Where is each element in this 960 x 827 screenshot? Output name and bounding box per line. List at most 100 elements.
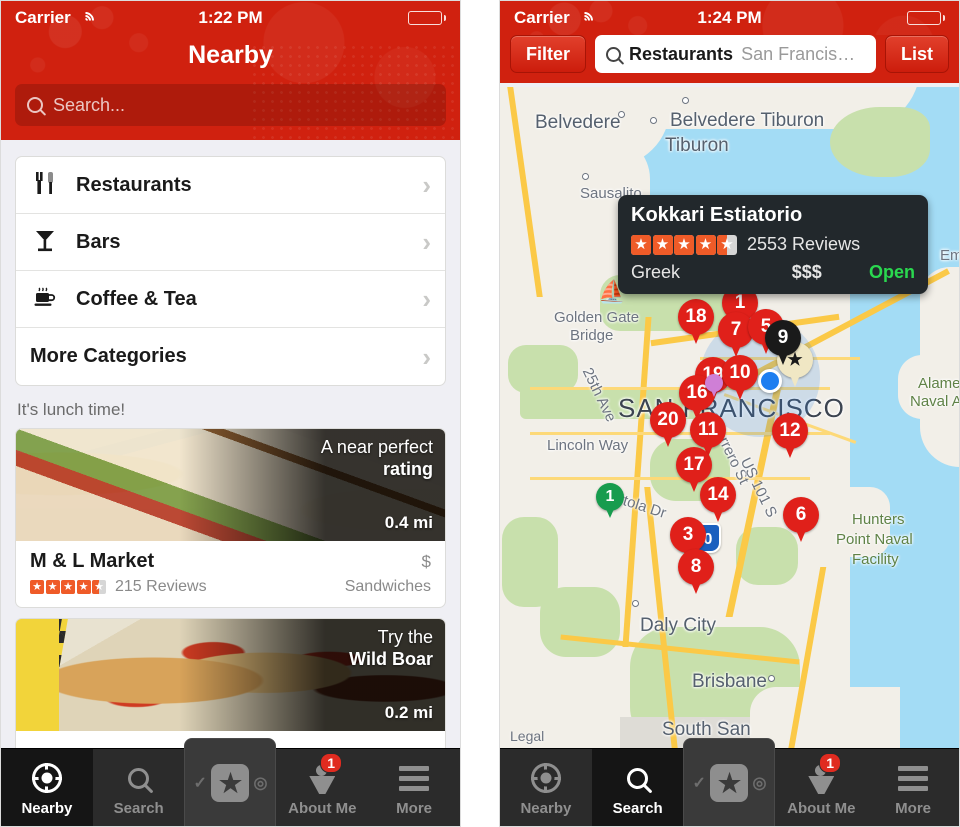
tab-check-in[interactable]: ✓ ★ ◎ [184, 738, 277, 826]
chevron-right-icon: › [422, 170, 431, 200]
left-phone-screen: Carrier 1:22 PM Nearby Search... Restaur… [0, 0, 461, 827]
section-heading: It's lunch time! [17, 400, 126, 419]
deal-tagline: A near perfect rating [321, 437, 433, 480]
page-title: Nearby [188, 41, 273, 69]
search-placeholder: Search... [53, 94, 126, 115]
star-rating: ★ ★ ★ ★ ★ [631, 234, 737, 255]
map-label: Golden Gate [554, 309, 640, 326]
category-label: More Categories [30, 345, 187, 367]
tab-bar: Nearby Search ✓ ★ ◎ 1 About Me More [500, 738, 959, 826]
check-in-button[interactable]: ✓ ★ ◎ [683, 738, 776, 826]
deal-photo: Try the Wild Boar 0.2 mi [16, 619, 445, 731]
star: ★ [45, 580, 60, 594]
map-label: Daly City [640, 615, 717, 636]
map-pin-other[interactable] [705, 374, 723, 397]
tab-about-me[interactable]: 1 About Me [276, 749, 368, 826]
map-label: Lincoln Way [547, 437, 629, 454]
category-label: Restaurants [76, 173, 192, 196]
deal-tagline-line2: Wild Boar [349, 648, 433, 669]
map-label: Alameda [918, 375, 959, 392]
category-row-bars[interactable]: Bars › [16, 214, 445, 271]
status-bar: Carrier 1:22 PM [1, 1, 460, 35]
deal-info: M & L Market $ ★ ★ ★ ★ ★ 215 Reviews Sandwic… [16, 541, 445, 607]
map-pin[interactable]: 8 [678, 549, 714, 594]
category-row-more-categories[interactable]: More Categories › [16, 328, 445, 385]
deal-card[interactable]: A near perfect rating 0.4 mi M & L Marke… [15, 428, 446, 608]
search-icon [128, 760, 150, 796]
category-row-coffee-tea[interactable]: Coffee & Tea › [16, 271, 445, 328]
map-legal-link[interactable]: Legal [510, 728, 544, 744]
tab-label: Nearby [520, 800, 572, 817]
search-icon [27, 97, 43, 113]
tab-nearby[interactable]: Nearby [500, 749, 592, 826]
map-poi-dot [618, 111, 625, 118]
map-pin[interactable]: 3 [670, 517, 706, 562]
search-input[interactable]: Search... [15, 84, 446, 126]
tab-label: Search [612, 800, 663, 817]
category-row-restaurants[interactable]: Restaurants › [16, 157, 445, 214]
search-input[interactable]: Restaurants San Francis… [595, 35, 876, 73]
compass-icon [31, 760, 62, 796]
star: ★ [61, 580, 75, 594]
star-rating: ★ ★ ★ ★ ★ [30, 580, 106, 594]
search-icon [606, 46, 622, 62]
filter-button[interactable]: Filter [510, 35, 587, 73]
tab-more[interactable]: More [368, 749, 460, 826]
map-label: Bridge [570, 327, 614, 344]
map-pin[interactable]: 11 [690, 412, 726, 457]
clock: 1:24 PM [697, 8, 762, 27]
notification-badge: 1 [819, 753, 842, 773]
tab-nearby[interactable]: Nearby [1, 749, 93, 826]
category-label: Bars [76, 230, 121, 253]
green-daly-hills [540, 587, 620, 657]
map-label: Emeryville [940, 247, 959, 264]
tab-label: More [396, 800, 432, 817]
tab-more[interactable]: More [867, 749, 959, 826]
map-pin[interactable]: 10 [722, 355, 758, 400]
tab-search[interactable]: Search [93, 749, 185, 826]
hamburger-icon [399, 760, 430, 796]
map-nav-bar: Carrier 1:24 PM Filter Restaurants San F… [500, 1, 959, 83]
business-category: Greek [631, 262, 681, 282]
map-pin[interactable]: 6 [783, 497, 819, 542]
map-poi-dot [632, 600, 639, 607]
open-status-badge: Open [868, 262, 915, 282]
hamburger-icon [898, 760, 929, 796]
map-pin[interactable]: 14 [700, 477, 736, 522]
check-in-star-icon: ✓ ★ ◎ [191, 762, 269, 804]
map-pin[interactable]: 17 [676, 447, 712, 492]
tab-about-me[interactable]: 1 About Me [775, 749, 867, 826]
star: ★ [92, 580, 106, 594]
review-count: 215 Reviews [115, 578, 207, 595]
clock: 1:22 PM [198, 8, 263, 27]
tab-label: Nearby [21, 800, 73, 817]
deal-card[interactable]: Try the Wild Boar 0.2 mi [15, 618, 446, 758]
coffee-cup-icon [30, 285, 60, 313]
map-pin-transit[interactable]: 1 [596, 483, 624, 518]
blue-dot-icon [758, 369, 782, 393]
deal-tagline: Try the Wild Boar [349, 627, 433, 670]
notification-badge: 1 [320, 753, 343, 773]
list-button[interactable]: List [884, 35, 949, 73]
deal-tagline-line1: A near perfect [320, 437, 433, 457]
map-pin-selected[interactable]: 9 [765, 320, 801, 365]
star: ★ [631, 234, 651, 255]
tab-check-in[interactable]: ✓ ★ ◎ [683, 738, 776, 826]
tab-search[interactable]: Search [591, 749, 684, 826]
map-view[interactable]: 280 ⛵ Belvedere Belvedere Tiburon Tiburo… [500, 87, 959, 826]
map-pin[interactable]: 12 [772, 413, 808, 458]
star: ★ [695, 234, 716, 255]
compass-icon [530, 760, 561, 796]
check-in-button[interactable]: ✓ ★ ◎ [184, 738, 277, 826]
map-label: Belvedere [535, 112, 621, 133]
map-label: Hunters [852, 511, 905, 528]
map-pin[interactable]: 18 [678, 299, 714, 344]
chevron-right-icon: › [422, 341, 431, 372]
map-poi-dot [582, 173, 589, 180]
map-callout[interactable]: Kokkari Estiatorio ★ ★ ★ ★ ★ 2553 Reviews Gr… [618, 195, 928, 294]
deal-distance: 0.2 mi [384, 703, 433, 722]
screenshot-stage: Carrier 1:22 PM Nearby Search... Restaur… [0, 0, 960, 827]
map-pin[interactable]: 20 [650, 402, 686, 447]
deal-photo: A near perfect rating 0.4 mi [16, 429, 445, 541]
right-phone-screen: Carrier 1:24 PM Filter Restaurants San F… [499, 0, 960, 827]
